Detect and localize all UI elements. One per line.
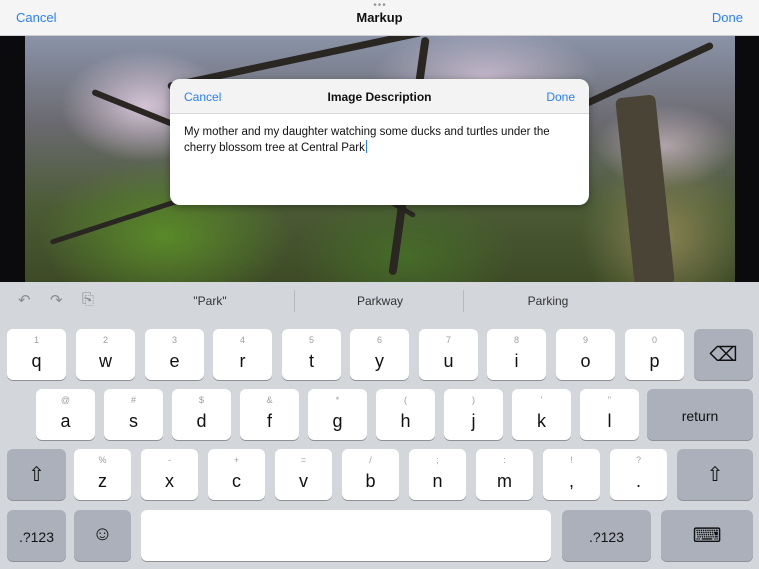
key-o[interactable]: 9o bbox=[556, 329, 615, 380]
delete-icon: ⌫ bbox=[709, 344, 738, 366]
space-bar[interactable] bbox=[141, 510, 551, 561]
key-k[interactable]: ' k bbox=[512, 389, 571, 440]
shift-icon: ⇧ bbox=[706, 464, 724, 486]
shift-left-key[interactable]: ⇧ bbox=[7, 449, 66, 500]
key-j[interactable]: ) j bbox=[444, 389, 503, 440]
key-c[interactable]: + c bbox=[208, 449, 265, 500]
key-z[interactable]: % z bbox=[74, 449, 131, 500]
key-question-period[interactable]: ?. bbox=[610, 449, 667, 500]
top-nav-bar: ••• Cancel Markup Done bbox=[0, 0, 759, 36]
key-p[interactable]: 0p bbox=[625, 329, 684, 380]
key-x[interactable]: -x bbox=[141, 449, 198, 500]
key-l[interactable]: " l bbox=[580, 389, 639, 440]
key-a[interactable]: @ a bbox=[36, 389, 95, 440]
redo-icon[interactable]: ↷ bbox=[50, 291, 63, 309]
description-textarea[interactable]: My mother and my daughter watching some … bbox=[184, 124, 579, 156]
key-h[interactable]: (h bbox=[376, 389, 435, 440]
emoji-key[interactable]: ☺ bbox=[74, 510, 131, 561]
key-w[interactable]: 2w bbox=[76, 329, 135, 380]
numbers-key-left[interactable]: .?123 bbox=[7, 510, 66, 561]
dialog-title: Image Description bbox=[327, 90, 432, 104]
key-g[interactable]: * g bbox=[308, 389, 367, 440]
shift-right-key[interactable]: ⇧ bbox=[677, 449, 753, 500]
on-screen-keyboard: ↶ ↷ ⎘ "Park" Parkway Parking 1q 2w 3e 4r… bbox=[0, 282, 759, 569]
key-exclamation-comma[interactable]: !, bbox=[543, 449, 600, 500]
key-n[interactable]: ; n bbox=[409, 449, 466, 500]
key-v[interactable]: = v bbox=[275, 449, 332, 500]
emoji-icon: ☺ bbox=[92, 523, 113, 545]
text-caret bbox=[365, 140, 367, 153]
suggestion-1[interactable]: "Park" bbox=[140, 294, 280, 308]
key-y[interactable]: 6y bbox=[350, 329, 409, 380]
key-m[interactable]: :m bbox=[476, 449, 533, 500]
suggestion-bar: ↶ ↷ ⎘ "Park" Parkway Parking bbox=[0, 282, 759, 320]
key-s[interactable]: # s bbox=[104, 389, 163, 440]
numbers-key-right[interactable]: .?123 bbox=[562, 510, 651, 561]
key-d[interactable]: $ d bbox=[172, 389, 231, 440]
suggestion-2[interactable]: Parkway bbox=[310, 294, 450, 308]
window-handle[interactable]: ••• bbox=[372, 1, 388, 11]
key-t[interactable]: 5t bbox=[282, 329, 341, 380]
key-e[interactable]: 3e bbox=[145, 329, 204, 380]
keyboard-dismiss-icon: ⌨ bbox=[692, 525, 722, 547]
keyboard-dismiss-key[interactable]: ⌨ bbox=[661, 510, 753, 561]
undo-icon[interactable]: ↶ bbox=[18, 291, 31, 309]
done-button[interactable]: Done bbox=[712, 10, 743, 25]
image-description-dialog: Cancel Image Description Done My mother … bbox=[170, 79, 589, 205]
return-key[interactable]: return bbox=[647, 389, 753, 440]
key-q[interactable]: 1q bbox=[7, 329, 66, 380]
key-r[interactable]: 4r bbox=[213, 329, 272, 380]
key-u[interactable]: 7u bbox=[419, 329, 478, 380]
page-title: Markup bbox=[356, 10, 403, 25]
dialog-done-button[interactable]: Done bbox=[546, 90, 575, 104]
dialog-header: Cancel Image Description Done bbox=[170, 79, 589, 114]
key-i[interactable]: 8i bbox=[487, 329, 546, 380]
paste-icon[interactable]: ⎘ bbox=[82, 291, 94, 308]
shift-icon: ⇧ bbox=[28, 464, 45, 486]
delete-key[interactable]: ⌫ bbox=[694, 329, 753, 380]
key-b[interactable]: / b bbox=[342, 449, 399, 500]
suggestion-3[interactable]: Parking bbox=[478, 294, 618, 308]
key-f[interactable]: & f bbox=[240, 389, 299, 440]
